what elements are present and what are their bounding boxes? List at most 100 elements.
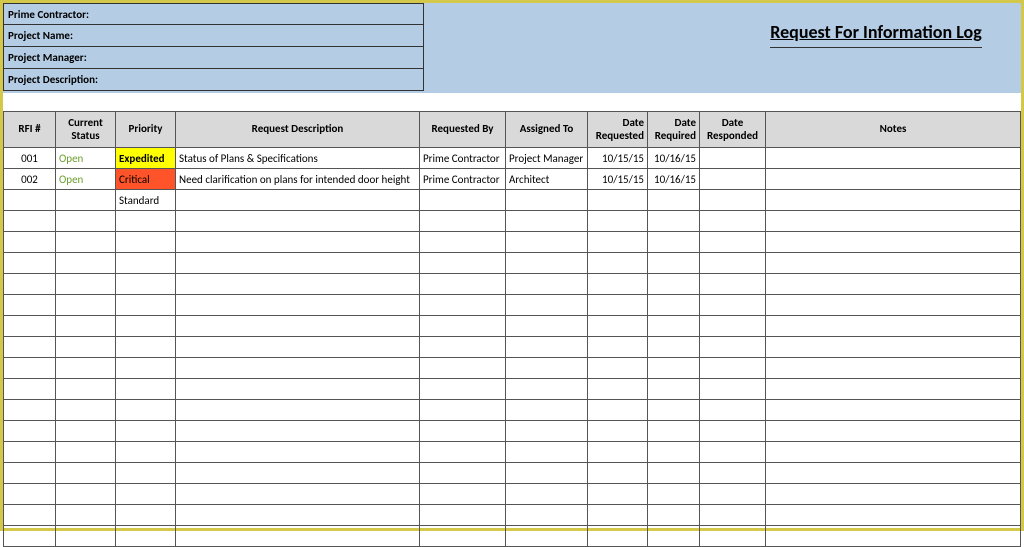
cell-empty[interactable]: [176, 463, 420, 484]
cell-empty[interactable]: [420, 400, 506, 421]
cell-empty[interactable]: [766, 316, 1021, 337]
cell-empty[interactable]: [648, 400, 700, 421]
meta-project-description[interactable]: Project Description:: [3, 69, 424, 91]
cell-empty[interactable]: [56, 421, 116, 442]
cell-empty[interactable]: [4, 463, 56, 484]
cell-empty[interactable]: [766, 295, 1021, 316]
cell-empty[interactable]: [700, 211, 766, 232]
cell-datereq[interactable]: 10/15/15: [588, 169, 648, 190]
cell-empty[interactable]: [116, 358, 176, 379]
cell-empty[interactable]: [766, 253, 1021, 274]
cell-reqby[interactable]: Prime Contractor: [420, 169, 506, 190]
cell-empty[interactable]: [420, 211, 506, 232]
meta-prime-contractor[interactable]: Prime Contractor:: [3, 3, 424, 25]
cell-empty[interactable]: [588, 274, 648, 295]
cell-empty[interactable]: [700, 484, 766, 505]
cell-empty[interactable]: [420, 253, 506, 274]
cell-datereq[interactable]: [588, 190, 648, 211]
cell-notes[interactable]: [766, 148, 1021, 169]
cell-datereq2[interactable]: 10/16/15: [648, 169, 700, 190]
cell-empty[interactable]: [700, 505, 766, 526]
cell-empty[interactable]: [506, 463, 588, 484]
cell-empty[interactable]: [56, 484, 116, 505]
cell-empty[interactable]: [506, 295, 588, 316]
cell-empty[interactable]: [588, 484, 648, 505]
cell-empty[interactable]: [700, 274, 766, 295]
cell-empty[interactable]: [700, 421, 766, 442]
cell-empty[interactable]: [56, 463, 116, 484]
cell-desc[interactable]: Need clarification on plans for intended…: [176, 169, 420, 190]
cell-empty[interactable]: [116, 232, 176, 253]
cell-empty[interactable]: [766, 232, 1021, 253]
cell-empty[interactable]: [420, 274, 506, 295]
cell-empty[interactable]: [4, 253, 56, 274]
cell-rfi[interactable]: [4, 190, 56, 211]
cell-assigned[interactable]: Project Manager: [506, 148, 588, 169]
cell-empty[interactable]: [4, 232, 56, 253]
cell-empty[interactable]: [4, 274, 56, 295]
cell-empty[interactable]: [700, 295, 766, 316]
cell-empty[interactable]: [4, 526, 56, 547]
cell-empty[interactable]: [420, 484, 506, 505]
cell-reqby[interactable]: [420, 190, 506, 211]
cell-empty[interactable]: [648, 274, 700, 295]
cell-notes[interactable]: [766, 190, 1021, 211]
cell-empty[interactable]: [700, 442, 766, 463]
cell-empty[interactable]: [420, 337, 506, 358]
cell-empty[interactable]: [176, 295, 420, 316]
cell-empty[interactable]: [588, 505, 648, 526]
cell-empty[interactable]: [176, 442, 420, 463]
cell-empty[interactable]: [176, 526, 420, 547]
cell-datereq[interactable]: 10/15/15: [588, 148, 648, 169]
cell-empty[interactable]: [648, 295, 700, 316]
cell-empty[interactable]: [766, 274, 1021, 295]
cell-empty[interactable]: [766, 442, 1021, 463]
cell-empty[interactable]: [648, 484, 700, 505]
cell-empty[interactable]: [506, 232, 588, 253]
cell-datereq2[interactable]: 10/16/15: [648, 148, 700, 169]
cell-empty[interactable]: [176, 274, 420, 295]
cell-empty[interactable]: [700, 400, 766, 421]
cell-empty[interactable]: [176, 232, 420, 253]
cell-notes[interactable]: [766, 169, 1021, 190]
cell-status[interactable]: Open: [56, 169, 116, 190]
cell-empty[interactable]: [56, 253, 116, 274]
cell-desc[interactable]: [176, 190, 420, 211]
cell-empty[interactable]: [116, 442, 176, 463]
cell-empty[interactable]: [506, 505, 588, 526]
cell-empty[interactable]: [506, 442, 588, 463]
cell-empty[interactable]: [506, 421, 588, 442]
cell-empty[interactable]: [648, 379, 700, 400]
cell-empty[interactable]: [648, 211, 700, 232]
cell-empty[interactable]: [116, 337, 176, 358]
cell-empty[interactable]: [420, 505, 506, 526]
cell-empty[interactable]: [176, 358, 420, 379]
cell-empty[interactable]: [420, 295, 506, 316]
cell-empty[interactable]: [116, 253, 176, 274]
cell-empty[interactable]: [588, 253, 648, 274]
cell-empty[interactable]: [4, 211, 56, 232]
cell-reqby[interactable]: Prime Contractor: [420, 148, 506, 169]
cell-empty[interactable]: [176, 337, 420, 358]
cell-empty[interactable]: [700, 463, 766, 484]
cell-empty[interactable]: [766, 379, 1021, 400]
cell-dateresp[interactable]: [700, 190, 766, 211]
cell-empty[interactable]: [420, 232, 506, 253]
cell-empty[interactable]: [4, 484, 56, 505]
cell-empty[interactable]: [176, 505, 420, 526]
cell-empty[interactable]: [766, 484, 1021, 505]
cell-empty[interactable]: [420, 526, 506, 547]
cell-priority[interactable]: Critical: [116, 169, 176, 190]
cell-empty[interactable]: [506, 358, 588, 379]
cell-empty[interactable]: [648, 421, 700, 442]
cell-empty[interactable]: [56, 316, 116, 337]
cell-empty[interactable]: [4, 316, 56, 337]
cell-datereq2[interactable]: [648, 190, 700, 211]
cell-assigned[interactable]: [506, 190, 588, 211]
cell-empty[interactable]: [420, 316, 506, 337]
cell-empty[interactable]: [588, 232, 648, 253]
cell-empty[interactable]: [700, 526, 766, 547]
cell-empty[interactable]: [56, 400, 116, 421]
cell-empty[interactable]: [116, 421, 176, 442]
cell-empty[interactable]: [4, 400, 56, 421]
